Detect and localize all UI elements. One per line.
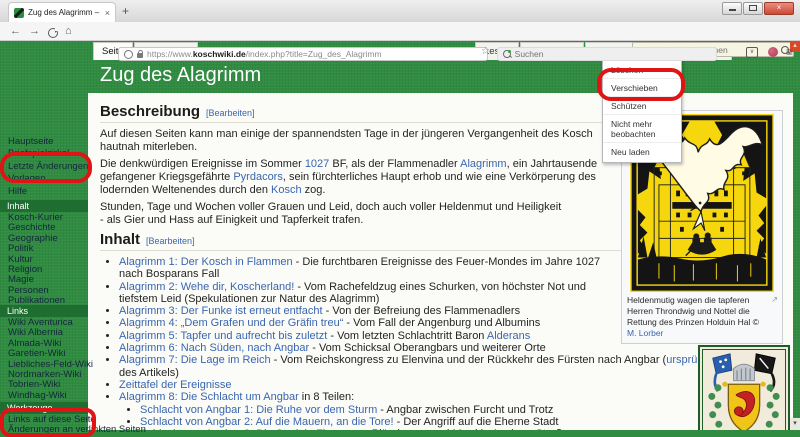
caption-artist-link[interactable]: M. Lorber xyxy=(627,328,663,338)
edit-link[interactable]: [Bearbeiten] xyxy=(206,108,255,118)
thumbnail-caption: Heldenmutig wagen die tapferen Herren Th… xyxy=(627,294,778,338)
sidebar-header-werkzeuge: Werkzeuge xyxy=(0,402,88,414)
link-pyrdacors[interactable]: Pyrdacors xyxy=(233,171,283,183)
tab-title: Zug des Alagrimm – KoschWiki xyxy=(28,8,101,17)
maximize-button[interactable] xyxy=(743,2,763,15)
reload-icon[interactable] xyxy=(48,27,59,38)
link-kosch[interactable]: Kosch xyxy=(271,184,302,196)
toc-link[interactable]: Alagrimm 4: „Dem Grafen und der Gräfin t… xyxy=(119,317,343,329)
minimize-button[interactable] xyxy=(722,2,742,15)
edit-link[interactable]: [Bearbeiten] xyxy=(146,236,195,246)
account-icon[interactable] xyxy=(768,47,778,57)
url-text: https://www.koschwiki.de/index.php?title… xyxy=(147,49,382,59)
kosch-crest-image xyxy=(708,353,780,430)
link-alagrimm[interactable]: Alagrimm xyxy=(460,158,506,170)
toc-subitem: Schlacht von Angbar 1: Die Ruhe vor dem … xyxy=(140,404,783,416)
scrollbar-down-arrow[interactable]: ▾ xyxy=(790,418,800,430)
sidebar-inhalt-list: Kosch-Kurier Geschichte Geographie Polit… xyxy=(0,212,88,307)
back-icon[interactable]: ← xyxy=(10,25,21,37)
toc-link[interactable]: Zeittafel der Ereignisse xyxy=(119,379,232,391)
menu-icon[interactable]: ≡ xyxy=(786,45,793,59)
sidebar-links-list: Wiki Aventurica Wiki Albernia Almada-Wik… xyxy=(0,317,93,401)
forward-icon[interactable]: → xyxy=(29,25,40,37)
more-dropdown-menu: Löschen Verschieben Schützen Nicht mehr … xyxy=(602,58,682,163)
toc-link[interactable]: Alagrimm 8: Die Schlacht um Angbar xyxy=(119,391,299,403)
toc-link[interactable]: Schlacht von Angbar 1: Die Ruhe vor dem … xyxy=(140,404,377,416)
toc-sublist: Schlacht von Angbar 1: Die Ruhe vor dem … xyxy=(119,404,783,430)
toc-link[interactable]: Alagrimm 5: Tapfer und aufrecht bis zule… xyxy=(119,330,327,342)
sidebar-nav: Hauptseite Briefspielzirkel Letzte Änder… xyxy=(0,136,88,198)
window-controls: × xyxy=(722,2,794,15)
sidebar-werkzeuge-list: Links auf diese Seite Änderungen an verl… xyxy=(0,414,146,436)
sidebar-item-hilfe[interactable]: Hilfe xyxy=(0,186,88,198)
sidebar-item-briefspielzirkel[interactable]: Briefspielzirkel xyxy=(0,148,88,160)
toc-link[interactable]: Alagrimm 2: Wehe dir, Koscherland! xyxy=(119,281,294,293)
sidebar-item-aenderungen-an-verlinkten-seiten[interactable]: Änderungen an verlinkten Seiten xyxy=(0,424,146,435)
home-icon[interactable]: ⌂ xyxy=(65,25,72,37)
page-title: Zug des Alagrimm xyxy=(100,64,262,86)
search-icon xyxy=(503,50,511,58)
browser-titlebar: Zug des Alagrimm – KoschWiki × + × xyxy=(0,0,800,23)
menu-item-loeschen[interactable]: Löschen xyxy=(603,61,681,79)
browser-search-bar[interactable] xyxy=(497,47,717,61)
browser-search-input[interactable] xyxy=(514,49,711,59)
menu-item-nicht-mehr-beobachten[interactable]: Nicht mehr beobachten xyxy=(603,115,681,143)
menu-item-verschieben[interactable]: Verschieben xyxy=(603,79,681,97)
sidebar: Hauptseite Briefspielzirkel Letzte Änder… xyxy=(0,40,146,435)
browser-tab[interactable]: Zug des Alagrimm – KoschWiki × xyxy=(8,2,116,22)
toc-item: Zeittafel der Ereignisse xyxy=(119,379,783,391)
link-1027-bf[interactable]: 1027 xyxy=(305,158,329,170)
toc-link[interactable]: Alagrimm 6: Nach Süden, nach Angbar xyxy=(119,342,309,354)
menu-item-neu-laden[interactable]: Neu laden xyxy=(603,143,681,160)
article-content: Heldenmutig wagen die tapferen Herren Th… xyxy=(88,93,793,430)
sidebar-item-hauptseite[interactable]: Hauptseite xyxy=(0,136,88,148)
url-bar[interactable]: https://www.koschwiki.de/index.php?title… xyxy=(118,47,488,61)
toc-link[interactable]: Alagrimm 3: Der Funke ist erneut entfach… xyxy=(119,305,323,317)
toc-link[interactable]: Alagrimm 7: Die Lage im Reich xyxy=(119,354,271,366)
tab-close-icon[interactable]: × xyxy=(105,8,110,18)
toc-link[interactable]: Alagrimm 1: Der Kosch in Flammen xyxy=(119,256,293,268)
toc-link-secondary[interactable]: Alderans xyxy=(487,330,530,342)
new-tab-button[interactable]: + xyxy=(122,4,129,18)
coat-of-arms xyxy=(698,345,790,430)
toc-subitem: Schlacht von Angbar 2: Auf die Mauern, a… xyxy=(140,416,783,428)
menu-item-schuetzen[interactable]: Schützen xyxy=(603,97,681,115)
lock-icon[interactable] xyxy=(137,49,143,58)
browser-toolbar: ← → ⌂ https://www.koschwiki.de/index.php… xyxy=(0,22,800,61)
bookmark-star-icon[interactable]: ☆ xyxy=(481,46,490,57)
toc-item: Alagrimm 7: Die Lage im Reich - Vom Reic… xyxy=(119,354,783,379)
sidebar-item-windhag-wiki[interactable]: Windhag-Wiki xyxy=(0,390,88,401)
site-identity-icon[interactable] xyxy=(124,49,133,59)
close-button[interactable]: × xyxy=(764,2,794,15)
sidebar-item-letzte-aenderungen[interactable]: Letzte Änderungen xyxy=(0,161,88,173)
sidebar-header-inhalt: Inhalt xyxy=(0,200,88,212)
expand-icon[interactable]: ↗ xyxy=(771,294,778,305)
koschwiki-favicon-icon xyxy=(14,7,24,18)
toc-link[interactable]: Schlacht von Angbar 2: Auf die Mauern, a… xyxy=(140,416,394,428)
sidebar-header-links: Links xyxy=(0,305,88,317)
pocket-icon[interactable]: ∨ xyxy=(746,47,758,58)
sidebar-item-vorlagen[interactable]: Vorlagen xyxy=(0,173,88,185)
toc-item: Alagrimm 8: Die Schlacht um Angbar in 8 … xyxy=(119,391,783,430)
